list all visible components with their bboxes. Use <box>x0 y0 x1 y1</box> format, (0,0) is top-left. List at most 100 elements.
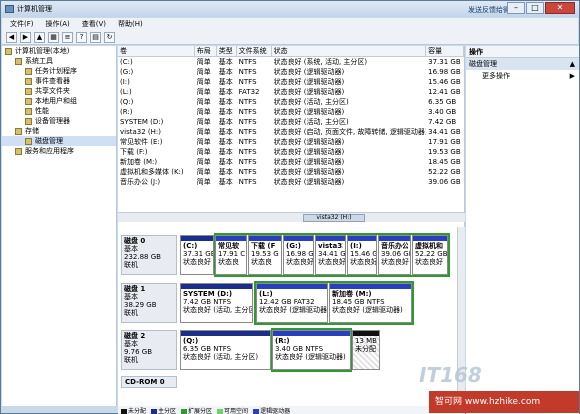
tree-item[interactable]: 本地用户和组 <box>2 96 116 106</box>
volume-row[interactable]: 下载 (F:) 简单 基本 NTFS 状态良好 (逻辑驱动器) 19.53 GB <box>118 147 464 157</box>
volume-row[interactable]: 虚拟机和多媒体 (K:) 简单 基本 NTFS 状态良好 (逻辑驱动器) 52.22 GB <box>118 167 464 177</box>
legend-item: 扩展分区 <box>181 406 212 414</box>
col-type[interactable]: 类型 <box>217 46 237 56</box>
partition-block[interactable]: (G:) 16.98 G 状态良好 <box>283 235 314 275</box>
partition-status: 状态良好 (逻辑驱动器) <box>275 353 346 361</box>
partition-block[interactable]: (C:) 37.31 GB 状态良好 <box>180 235 214 275</box>
menu-action[interactable]: 操作(A) <box>46 19 70 29</box>
properties-icon[interactable]: ≡ <box>62 31 73 43</box>
partition-block[interactable]: 下载 (F 19.53 G 状态良 <box>248 235 282 275</box>
volume-cell: 简单 <box>196 168 211 176</box>
tree-item[interactable]: 服务和应用程序 <box>2 146 116 156</box>
legend-label: 主分区 <box>158 408 177 414</box>
volume-row[interactable]: vista32 (H:) 简单 基本 NTFS 状态良好 (启动, 页面文件, 故障转储… <box>118 127 464 137</box>
volume-cell: 6.35 GB <box>428 98 457 106</box>
volume-cell: (G:) <box>120 68 134 76</box>
menu-view[interactable]: 查看(V) <box>82 19 106 29</box>
horizontal-scrollbar[interactable]: vista32 (H:) <box>118 212 465 222</box>
partition-status: 状态良好 <box>381 258 409 266</box>
disk-type: 基本 <box>124 293 138 301</box>
partition-block[interactable]: (Q:) 6.35 GB NTFS 状态良好 (活动, 主分区) <box>180 330 271 370</box>
volume-cell: 简单 <box>196 118 211 126</box>
partition-legend: 未分配 主分区 扩展分区 可用空间 逻辑驱动器 <box>118 406 465 414</box>
volume-row[interactable]: 音乐办公 (J:) 简单 基本 NTFS 状态良好 (逻辑驱动器) 39.06 GB <box>118 177 464 187</box>
volume-cell: 基本 <box>218 168 233 176</box>
folder-icon <box>15 147 22 155</box>
tree-item[interactable]: 磁盘管理 <box>2 136 116 146</box>
disk-name: 磁盘 1 <box>124 285 146 293</box>
col-layout[interactable]: 布局 <box>195 46 217 56</box>
tree-item-label: 设备管理器 <box>35 117 70 125</box>
partition-block[interactable]: vista3234.41 G状态良好 <box>315 235 346 275</box>
unallocated-space[interactable]: 13 MB 未分配 <box>352 330 380 370</box>
partition-name: (C:) <box>183 242 198 250</box>
disk-status: 联机 <box>124 356 138 364</box>
volume-row[interactable]: SYSTEM (D:) 简单 基本 NTFS 状态良好 (活动, 主分区) 7.42 GB <box>118 117 464 127</box>
disk-row: 磁盘 2 基本 9.76 GB 联机 (Q:) 6.35 GB NTFS 状态良好 (活动,… <box>118 327 458 373</box>
menu-help[interactable]: 帮助(H) <box>118 19 143 29</box>
tree-item[interactable]: 计算机管理(本地) <box>2 46 116 56</box>
refresh-icon[interactable]: ↻ <box>104 31 115 43</box>
collapse-icon[interactable]: ▲ <box>570 58 575 70</box>
tree-item[interactable]: 共享文件夹 <box>2 86 116 96</box>
partition-block[interactable]: (L:) 12.42 GB FAT32 状态良好 (逻辑驱动器 <box>256 283 328 323</box>
volume-row[interactable]: (R:) 简单 基本 NTFS 状态良好 (逻辑驱动器) 3.40 GB <box>118 107 464 117</box>
more-actions-item[interactable]: 更多操作 ▶ <box>466 70 579 82</box>
help-icon[interactable]: ? <box>76 31 87 43</box>
col-capacity[interactable]: 容量 <box>426 46 464 56</box>
volume-row[interactable]: 常见软件 (E:) 简单 基本 NTFS 状态良好 (逻辑驱动器) 17.91 GB <box>118 137 464 147</box>
partition-block[interactable]: 虚拟机和 52.22 GB 状态良好 <box>412 235 448 275</box>
volume-row[interactable]: 新加卷 (M:) 简单 基本 NTFS 状态良好 (逻辑驱动器) 18.45 GB <box>118 157 464 167</box>
tree-item[interactable]: 设备管理器 <box>2 116 116 126</box>
volume-row[interactable]: (L:) 简单 基本 FAT32 状态良好 (逻辑驱动器) 12.41 GB <box>118 87 464 97</box>
volume-cell: (R:) <box>120 108 133 116</box>
col-filesystem[interactable]: 文件系统 <box>237 46 272 56</box>
computer-management-icon <box>5 5 14 13</box>
actions-section-disk-management[interactable]: 磁盘管理 ▲ <box>466 58 579 70</box>
partition-block[interactable]: 音乐办公 39.06 GB 状态良好 <box>378 235 411 275</box>
show-hide-tree-icon[interactable]: ▦ <box>48 31 59 43</box>
partition-block[interactable]: 常见软 17.91 C 状态良 <box>215 235 247 275</box>
col-status[interactable]: 状态 <box>272 46 427 56</box>
partition-status: 状态良好 (活动, 主分区) <box>183 353 259 361</box>
volume-cell: 基本 <box>218 158 233 166</box>
disk-label[interactable]: 磁盘 2 基本 9.76 GB 联机 <box>121 330 177 370</box>
partition-block[interactable]: SYSTEM (D:) 7.42 GB NTFS 状态良好 (活动, 主分区 <box>180 283 253 323</box>
minimize-button[interactable]: – <box>507 2 525 14</box>
partition-size: 15.46 G <box>350 250 377 258</box>
disk-label[interactable]: 磁盘 0 基本 232.88 GB 联机 <box>121 235 177 275</box>
volume-row[interactable]: (Q:) 简单 基本 NTFS 状态良好 (活动, 主分区) 6.35 GB <box>118 97 464 107</box>
tree-item[interactable]: 存储 <box>2 126 116 136</box>
up-folder-icon[interactable]: ▲ <box>34 31 45 43</box>
disk-label[interactable]: 磁盘 1 基本 38.29 GB 联机 <box>121 283 177 323</box>
tree-item[interactable]: 事件查看器 <box>2 76 116 86</box>
volume-cell: NTFS <box>238 148 257 156</box>
tree-item[interactable]: 性能 <box>2 106 116 116</box>
close-button[interactable]: ✕ <box>545 2 575 14</box>
menu-file[interactable]: 文件(F) <box>10 19 34 29</box>
partition-block[interactable]: (R:) 3.40 GB NTFS 状态良好 (逻辑驱动器) <box>272 330 351 370</box>
cdrom-label[interactable]: CD-ROM 0 <box>121 376 177 388</box>
partition-block[interactable]: (I:) 15.46 G 状态良好 <box>347 235 377 275</box>
volume-cell: 下载 (F:) <box>120 148 148 156</box>
menu-bar: 文件(F) 操作(A) 查看(V) 帮助(H) <box>2 18 578 30</box>
maximize-button[interactable]: □ <box>526 2 544 14</box>
tree-item[interactable]: 任务计划程序 <box>2 66 116 76</box>
volume-row[interactable]: (C:) 简单 基本 NTFS 状态良好 (系统, 活动, 主分区) 37.31 GB <box>118 57 464 67</box>
scrollbar-thumb[interactable]: vista32 (H:) <box>303 214 365 222</box>
legend-item: 未分配 <box>121 406 146 414</box>
disk-graphical-view: 磁盘 0 基本 232.88 GB 联机 (C:) 37.31 GB 状态良好 常见软 17.9… <box>118 224 465 406</box>
volume-cell: vista32 (H:) <box>120 128 161 136</box>
partition-size: 19.53 G <box>251 250 279 258</box>
volume-row[interactable]: (G:) 简单 基本 NTFS 状态良好 (逻辑驱动器) 16.98 GB <box>118 67 464 77</box>
partition-block[interactable]: 新加卷 (M:) 18.45 GB NTFS 状态良好 (逻辑驱动器) <box>329 283 412 323</box>
volume-cell: (L:) <box>120 88 132 96</box>
tree-item[interactable]: 系统工具 <box>2 56 116 66</box>
volume-cell: 状态良好 (逻辑驱动器) <box>273 168 345 176</box>
col-volume[interactable]: 卷 <box>118 46 195 56</box>
forward-icon[interactable]: ▶ <box>20 31 31 43</box>
volume-row[interactable]: (I:) 简单 基本 NTFS 状态良好 (逻辑驱动器) 15.46 GB <box>118 77 464 87</box>
actions-pane: 操作 磁盘管理 ▲ 更多操作 ▶ <box>466 46 579 414</box>
back-icon[interactable]: ◀ <box>6 31 17 43</box>
view-icon[interactable]: ▤ <box>90 31 101 43</box>
